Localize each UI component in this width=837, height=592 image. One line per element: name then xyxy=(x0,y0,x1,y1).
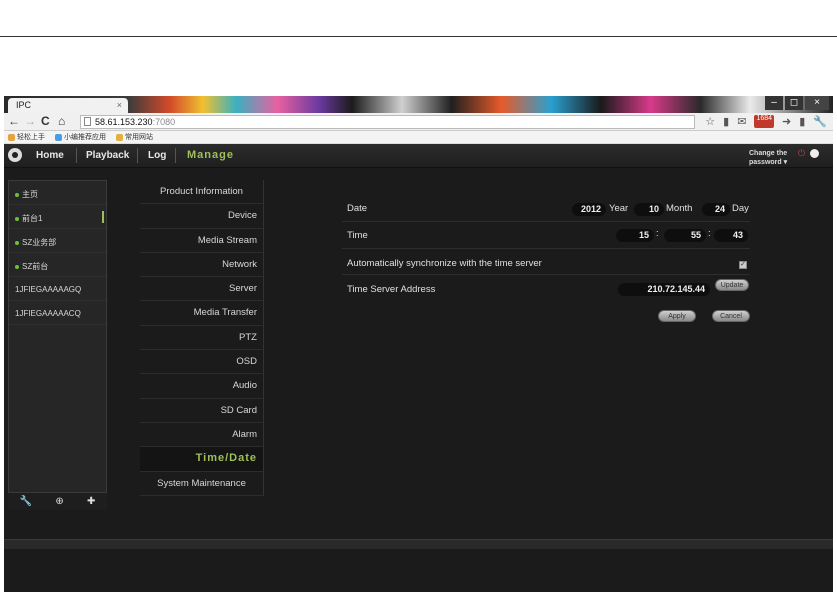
settings-item[interactable]: Server xyxy=(140,277,264,302)
signal-icon-2[interactable]: ▮ xyxy=(799,115,805,128)
toolbar-icons: ☆ ▮ ✉ 1684 ➜ ▮ 🔧 xyxy=(705,115,827,128)
settings-item[interactable]: System Maintenance xyxy=(140,471,264,496)
mail-icon[interactable]: ✉ xyxy=(737,115,746,128)
logo-icon xyxy=(8,148,22,162)
status-bar xyxy=(4,539,833,549)
reload-icon[interactable]: C xyxy=(41,114,50,128)
online-dot-icon xyxy=(15,264,19,269)
settings-menu: Product Information Device Media Stream … xyxy=(140,180,264,496)
time-label: Time xyxy=(347,230,368,241)
auto-sync-label: Automatically synchronize with the time … xyxy=(347,258,542,269)
settings-item[interactable]: Media Stream xyxy=(140,228,264,253)
device-item[interactable]: SZ前台 xyxy=(9,253,106,277)
update-button[interactable]: Update xyxy=(715,279,749,291)
year-unit: Year xyxy=(609,203,629,214)
online-dot-icon xyxy=(15,216,19,221)
divider xyxy=(137,148,138,163)
date-label: Date xyxy=(347,203,368,214)
divider xyxy=(76,148,77,163)
browser-window: IPC × – ◻ × ← → C ⌂ 58.61.153.230:7080 ☆… xyxy=(4,96,833,592)
user-icon[interactable] xyxy=(810,149,819,158)
signal-icon[interactable]: ▮ xyxy=(723,115,729,128)
tab-title: IPC xyxy=(16,100,32,110)
bookmark-item[interactable]: 常用网站 xyxy=(116,132,153,142)
maximize-button[interactable]: ◻ xyxy=(785,96,803,110)
browser-tab[interactable]: IPC × xyxy=(8,98,128,113)
folder-icon xyxy=(116,133,123,141)
divider xyxy=(175,148,176,163)
device-list-toolbar: 🔧 ⊕ ✚ xyxy=(8,492,107,510)
settings-item[interactable]: Product Information xyxy=(140,180,264,205)
settings-item[interactable]: Alarm xyxy=(140,422,264,448)
wrench-menu-icon[interactable]: 🔧 xyxy=(813,115,827,128)
month-unit: Month xyxy=(666,203,693,214)
device-list: 主页 前台1 SZ业务部 SZ前台 1JFIEGAAAAAGQ 1JFIEGAA… xyxy=(8,180,107,510)
menu-manage[interactable]: Manage xyxy=(187,149,234,161)
power-icon[interactable]: ⏻ xyxy=(798,149,807,158)
menu-home[interactable]: Home xyxy=(36,150,64,161)
second-field[interactable]: 43 xyxy=(714,229,748,242)
notification-badge[interactable]: 1684 xyxy=(754,115,775,128)
bookmarks-bar: 轻松上手 小编推荐应用 常用网站 xyxy=(4,131,833,144)
device-item[interactable]: 主页 xyxy=(9,181,106,205)
forward-icon[interactable]: → xyxy=(24,114,36,128)
back-icon[interactable]: ← xyxy=(8,114,20,128)
server-address-label: Time Server Address xyxy=(347,284,436,295)
server-address-input[interactable]: 210.72.145.44 xyxy=(618,283,710,296)
year-field[interactable]: 2012 xyxy=(572,203,606,216)
address-bar[interactable]: 58.61.153.230:7080 xyxy=(80,115,695,129)
settings-item[interactable]: Device xyxy=(140,204,264,229)
settings-item[interactable]: OSD xyxy=(140,350,264,375)
settings-item-time-date[interactable]: Time/Date xyxy=(140,447,264,472)
device-item[interactable]: 1JFIEGAAAAACQ xyxy=(9,301,106,325)
settings-item[interactable]: Network xyxy=(140,252,264,278)
hour-field[interactable]: 15 xyxy=(616,229,654,242)
day-unit: Day xyxy=(732,203,749,214)
month-field[interactable]: 10 xyxy=(634,203,664,216)
home-icon[interactable]: ⌂ xyxy=(58,114,65,128)
plus-icon[interactable]: ✚ xyxy=(87,496,95,507)
zoom-icon[interactable]: ⊕ xyxy=(55,496,63,507)
settings-item[interactable]: SD Card xyxy=(140,398,264,423)
change-password-link[interactable]: Change the password ▾ xyxy=(749,149,795,167)
menu-log[interactable]: Log xyxy=(148,150,166,161)
document-rule xyxy=(0,36,837,37)
bookmark-icon xyxy=(55,133,62,141)
device-item[interactable]: 1JFIEGAAAAAGQ xyxy=(9,277,106,301)
time-separator: : xyxy=(656,228,659,239)
day-field[interactable]: 24 xyxy=(702,203,730,216)
minimize-button[interactable]: – xyxy=(765,96,783,110)
minute-field[interactable]: 55 xyxy=(664,229,706,242)
window-controls: – ◻ × xyxy=(765,96,829,110)
cancel-button[interactable]: Cancel xyxy=(712,310,750,322)
row-divider xyxy=(342,274,750,275)
browser-toolbar: ← → C ⌂ 58.61.153.230:7080 ☆ ▮ ✉ 1684 ➜ … xyxy=(4,113,833,131)
menu-playback[interactable]: Playback xyxy=(86,150,129,161)
row-divider xyxy=(342,221,750,222)
star-icon[interactable]: ☆ xyxy=(705,115,715,128)
title-bar: IPC × – ◻ × xyxy=(4,96,833,113)
row-divider xyxy=(342,248,750,249)
page-icon xyxy=(84,117,91,126)
device-item-selected[interactable]: 前台1 xyxy=(9,205,106,229)
url-host: 58.61.153.230 xyxy=(95,117,153,127)
settings-item[interactable]: PTZ xyxy=(140,325,264,351)
app-header: Home Playback Log Manage Change the pass… xyxy=(4,144,833,168)
time-separator: : xyxy=(708,228,711,239)
wrench-icon[interactable]: 🔧 xyxy=(20,496,32,507)
device-item[interactable]: SZ业务部 xyxy=(9,229,106,253)
online-dot-icon xyxy=(15,192,19,197)
settings-item[interactable]: Media Transfer xyxy=(140,301,264,326)
tab-close-icon[interactable]: × xyxy=(117,100,122,110)
close-window-button[interactable]: × xyxy=(805,96,829,110)
url-port: :7080 xyxy=(152,117,176,127)
apply-button[interactable]: Apply xyxy=(658,310,696,322)
settings-item[interactable]: Audio xyxy=(140,374,264,399)
arrow-icon[interactable]: ➜ xyxy=(782,115,791,128)
bookmark-item[interactable]: 小编推荐应用 xyxy=(55,132,106,142)
bookmark-item[interactable]: 轻松上手 xyxy=(8,132,45,142)
bookmark-icon xyxy=(8,133,15,141)
auto-sync-checkbox[interactable]: ✓ xyxy=(739,261,747,269)
online-dot-icon xyxy=(15,240,19,245)
